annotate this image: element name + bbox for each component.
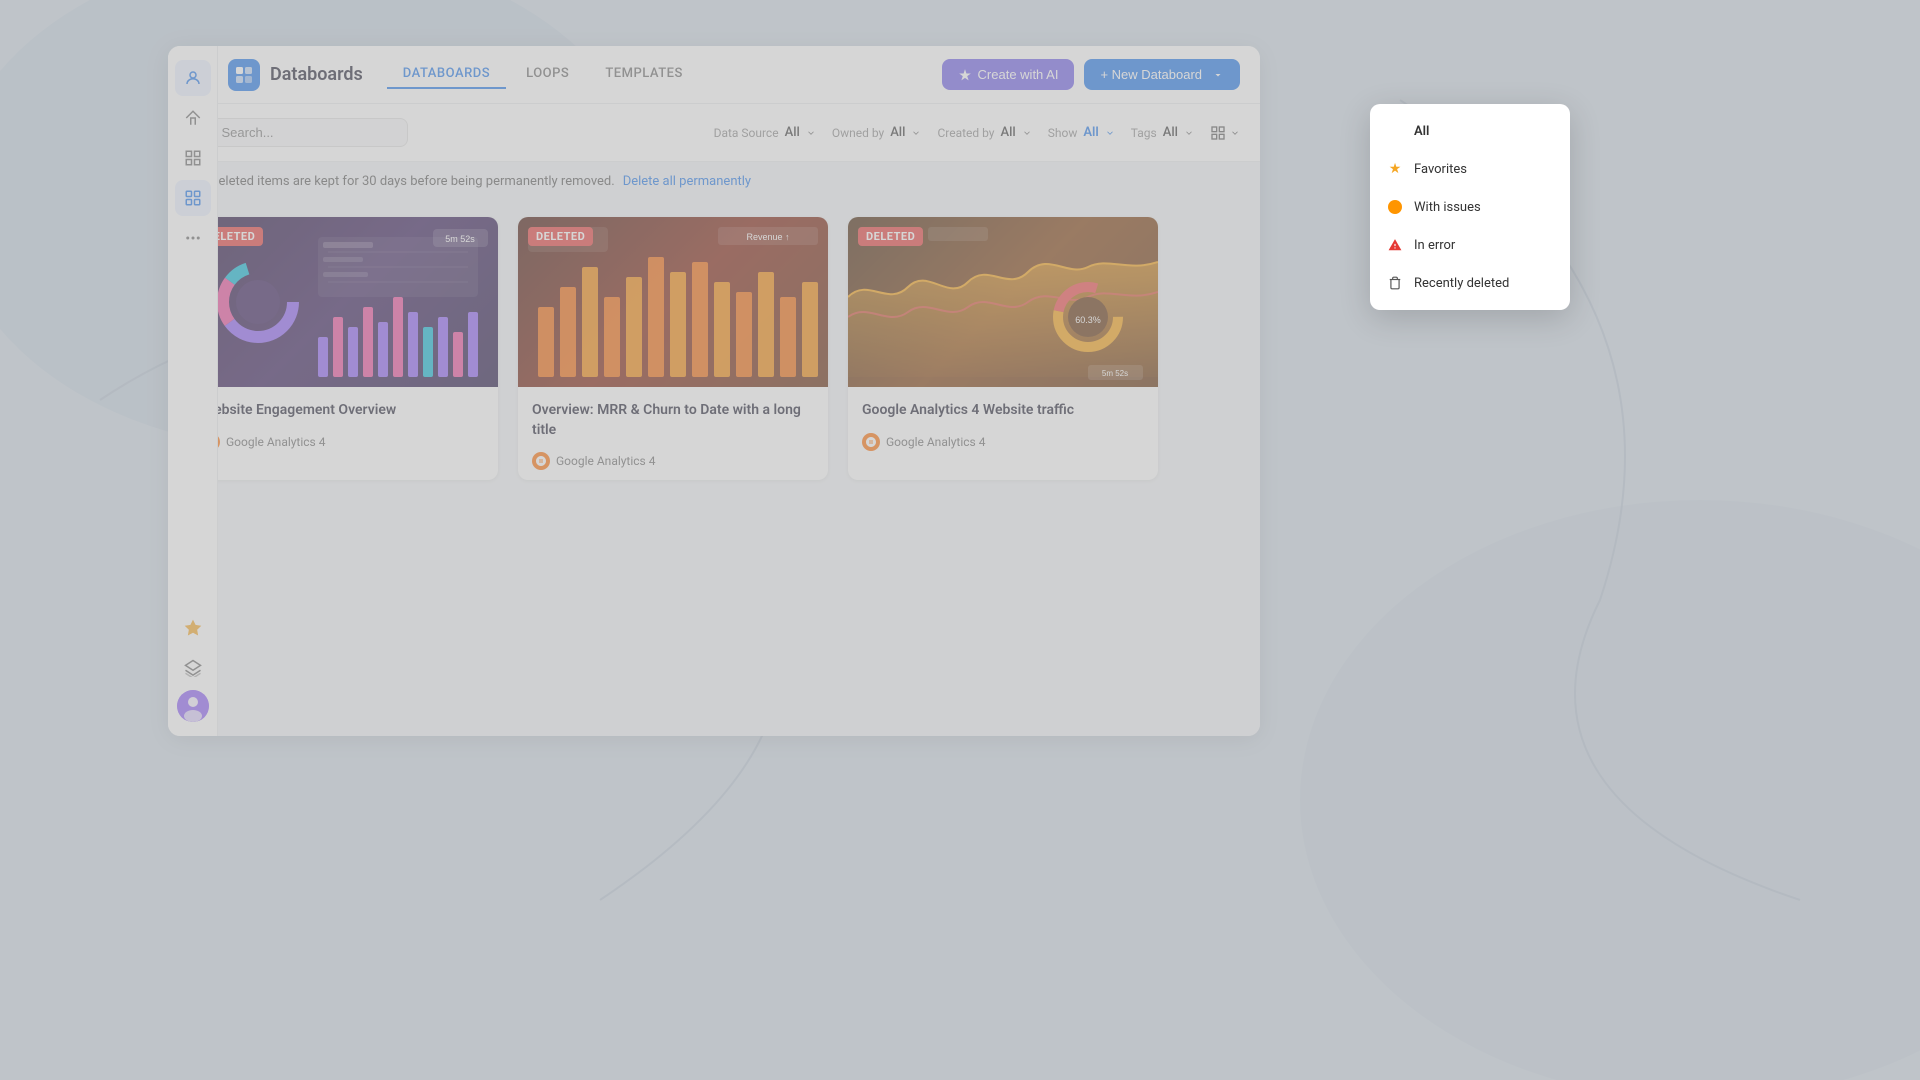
created-by-label: Created by	[937, 126, 994, 140]
source-label-2: Google Analytics 4	[556, 454, 655, 468]
circle-orange-icon	[1386, 198, 1404, 216]
show-label: Show	[1048, 126, 1078, 140]
sidebar-icon-layers[interactable]	[175, 650, 211, 686]
info-banner: Deleted items are kept for 30 days befor…	[168, 162, 1260, 201]
dropdown-item-all[interactable]: All	[1370, 112, 1570, 150]
card-info-1: Website Engagement Overview Google Analy…	[188, 387, 498, 461]
filter-data-source[interactable]: Data Source All	[714, 125, 816, 140]
dropdown-item-error-label: In error	[1414, 238, 1455, 253]
svg-text:60.3%: 60.3%	[1075, 315, 1101, 325]
dropdown-item-issues-label: With issues	[1414, 200, 1481, 215]
create-with-ai-button[interactable]: Create with AI	[942, 59, 1075, 90]
dropdown-item-deleted-label: Recently deleted	[1414, 276, 1509, 291]
nav-tabs: DATABOARDS LOOPS TEMPLATES	[387, 60, 942, 89]
create-with-ai-label: Create with AI	[978, 67, 1059, 82]
card-title-2: Overview: MRR & Churn to Date with a lon…	[532, 401, 814, 440]
logo-area: Databoards	[228, 59, 363, 91]
dropdown-item-favorites[interactable]: ★ Favorites	[1370, 150, 1570, 188]
filter-created-by[interactable]: Created by All	[937, 125, 1031, 140]
view-toggle[interactable]	[1210, 125, 1240, 141]
card-thumbnail-3: DELETED	[848, 217, 1158, 387]
trash-icon	[1386, 274, 1404, 292]
app-title: Databoards	[270, 64, 363, 85]
table-row[interactable]: DELETED	[188, 217, 498, 480]
owned-by-arrow-icon	[911, 128, 921, 138]
new-databoard-button[interactable]: + New Databoard	[1084, 59, 1240, 90]
app-container: Databoards DATABOARDS LOOPS TEMPLATES Cr…	[168, 46, 1260, 736]
card-info-3: Google Analytics 4 Website traffic Googl…	[848, 387, 1158, 461]
tab-loops[interactable]: LOOPS	[510, 60, 585, 89]
filter-show[interactable]: Show All	[1048, 125, 1115, 140]
owned-by-label: Owned by	[832, 126, 884, 140]
card-thumbnail-1: DELETED	[188, 217, 498, 387]
dropdown-item-with-issues[interactable]: With issues	[1370, 188, 1570, 226]
new-databoard-label: + New Databoard	[1100, 67, 1202, 82]
cards-grid: DELETED	[168, 201, 1260, 496]
sidebar-icon-analytics[interactable]	[175, 180, 211, 216]
search-input[interactable]	[222, 125, 395, 140]
data-source-value: All	[785, 125, 800, 140]
source-label-3: Google Analytics 4	[886, 435, 985, 449]
view-dropdown-icon	[1230, 128, 1240, 138]
tags-value: All	[1163, 125, 1178, 140]
card-source-1: Google Analytics 4	[202, 433, 484, 451]
created-by-arrow-icon	[1022, 128, 1032, 138]
card-title-3: Google Analytics 4 Website traffic	[862, 401, 1144, 421]
filter-bar: Data Source All Owned by All Created by …	[168, 104, 1260, 162]
dropdown-item-in-error[interactable]: In error	[1370, 226, 1570, 264]
card-source-3: Google Analytics 4	[862, 433, 1144, 451]
main-content: Data Source All Owned by All Created by …	[168, 104, 1260, 736]
delete-permanently-link[interactable]: Delete all permanently	[623, 174, 751, 189]
logo-icon	[228, 59, 260, 91]
data-source-arrow-icon	[806, 128, 816, 138]
deleted-badge-3: DELETED	[858, 227, 923, 246]
search-box[interactable]	[188, 118, 408, 147]
grid-view-icon	[1210, 125, 1226, 141]
card-title-1: Website Engagement Overview	[202, 401, 484, 421]
created-by-value: All	[1000, 125, 1015, 140]
show-arrow-icon	[1105, 128, 1115, 138]
data-source-label: Data Source	[714, 126, 779, 140]
filter-tags[interactable]: Tags All	[1131, 125, 1194, 140]
show-value: All	[1083, 125, 1098, 140]
star-dropdown-icon: ★	[1386, 160, 1404, 178]
show-dropdown: All ★ Favorites With issues In error Rec…	[1370, 104, 1570, 310]
source-icon-3	[862, 433, 880, 451]
owned-by-value: All	[890, 125, 905, 140]
sidebar-icon-grid[interactable]	[175, 140, 211, 176]
source-icon-2	[532, 452, 550, 470]
user-avatar[interactable]	[177, 690, 209, 722]
dropdown-item-all-label: All	[1414, 124, 1429, 139]
dropdown-item-favorites-label: Favorites	[1414, 162, 1467, 177]
svg-text:5m 52s: 5m 52s	[445, 234, 475, 244]
deleted-badge-2: DELETED	[528, 227, 593, 246]
card-source-2: Google Analytics 4	[532, 452, 814, 470]
filter-owned-by[interactable]: Owned by All	[832, 125, 922, 140]
tags-label: Tags	[1131, 126, 1157, 140]
svg-text:Revenue ↑: Revenue ↑	[746, 232, 789, 242]
card-info-2: Overview: MRR & Churn to Date with a lon…	[518, 387, 828, 480]
filter-group: Data Source All Owned by All Created by …	[424, 125, 1240, 141]
tab-templates[interactable]: TEMPLATES	[589, 60, 699, 89]
sidebar-icon-home[interactable]	[175, 100, 211, 136]
table-row[interactable]: DELETED	[848, 217, 1158, 480]
warning-icon	[1386, 236, 1404, 254]
dropdown-item-recently-deleted[interactable]: Recently deleted	[1370, 264, 1570, 302]
sidebar-icon-star[interactable]	[175, 610, 211, 646]
source-label-1: Google Analytics 4	[226, 435, 325, 449]
svg-text:5m 52s: 5m 52s	[1102, 369, 1128, 378]
sidebar-icon-user[interactable]	[175, 60, 211, 96]
sidebar-icon-more[interactable]	[175, 220, 211, 256]
card-thumbnail-2: DELETED	[518, 217, 828, 387]
tab-databoards[interactable]: DATABOARDS	[387, 60, 506, 89]
topbar-actions: Create with AI + New Databoard	[942, 59, 1240, 90]
all-icon	[1386, 122, 1404, 140]
tags-arrow-icon	[1184, 128, 1194, 138]
table-row[interactable]: DELETED	[518, 217, 828, 480]
info-message: Deleted items are kept for 30 days befor…	[210, 174, 615, 189]
topbar: Databoards DATABOARDS LOOPS TEMPLATES Cr…	[168, 46, 1260, 104]
left-sidebar	[168, 46, 218, 736]
